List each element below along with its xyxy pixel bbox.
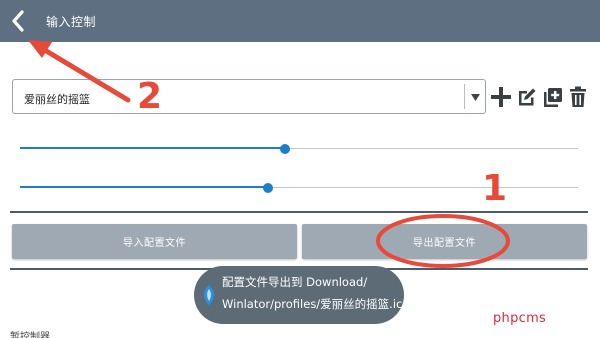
slider-thumb[interactable] (263, 183, 274, 193)
plus-icon (491, 87, 511, 107)
dropdown-caret-icon (471, 94, 480, 101)
chevron-left-icon (12, 10, 24, 32)
slider-fill (20, 147, 286, 149)
slider-1[interactable] (20, 141, 578, 157)
add-profile-button[interactable] (489, 84, 513, 110)
app-bar: 输入控制 (0, 0, 600, 42)
toast: 配置文件导出到 Download/ Winlator/profiles/爱丽丝的… (194, 266, 410, 324)
divider-top (10, 211, 588, 213)
export-profile-button[interactable]: 导出配置文件 (302, 224, 587, 259)
duplicate-profile-button[interactable] (541, 84, 565, 110)
select-divider (464, 84, 465, 109)
edit-icon (519, 88, 536, 106)
trash-icon (570, 86, 586, 107)
delete-profile-button[interactable] (566, 84, 590, 110)
watermark: phpcms (493, 311, 547, 326)
toast-message-line-2: Winlator/profiles/爱丽丝的摇篮.icp (222, 297, 410, 311)
app-logo-icon (204, 285, 214, 305)
slider-fill (20, 186, 269, 188)
slider-thumb[interactable] (280, 144, 291, 154)
back-button[interactable] (4, 6, 32, 36)
copy-icon (544, 88, 562, 107)
annotation-number-2: 2 (137, 76, 163, 117)
import-profile-button[interactable]: 导入配置文件 (12, 224, 297, 259)
section-label: 暂控制器 (10, 332, 50, 338)
page-title: 输入控制 (46, 15, 97, 29)
profile-select[interactable]: 爱丽丝的摇篮 (12, 79, 486, 114)
annotation-number-1: 1 (482, 168, 508, 209)
profile-select-value: 爱丽丝的摇篮 (24, 93, 90, 106)
annotation-arrow-2-head (28, 40, 52, 58)
edit-profile-button[interactable] (515, 84, 539, 110)
toast-message-line-1: 配置文件导出到 Download/ (222, 275, 368, 289)
